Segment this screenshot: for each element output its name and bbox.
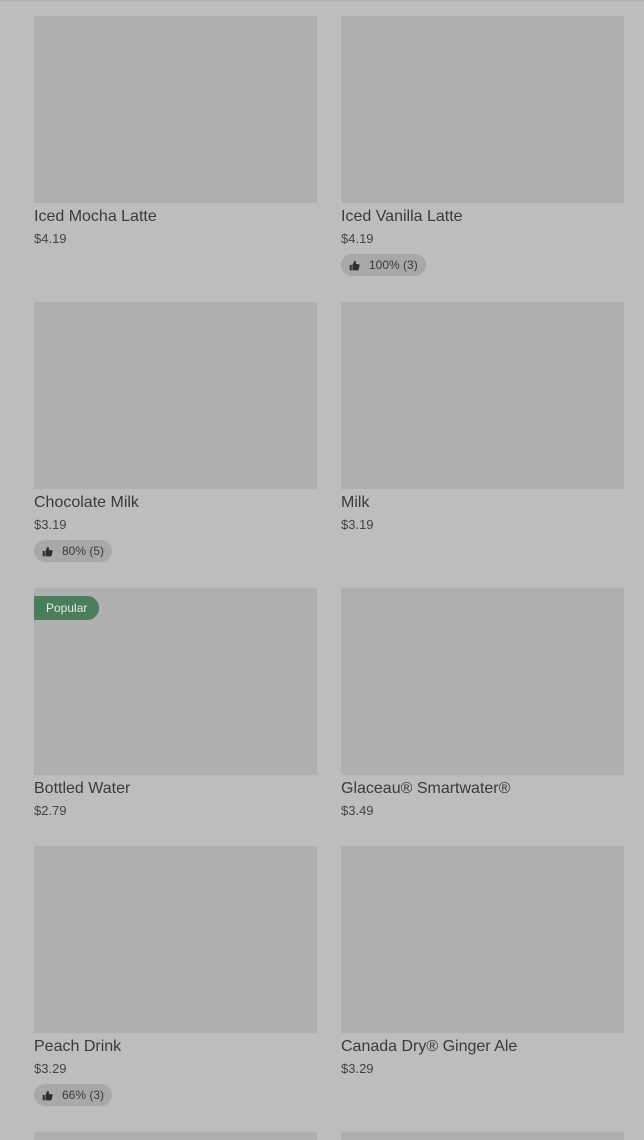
thumbs-up-icon: [349, 260, 360, 270]
item-name: Iced Mocha Latte: [34, 208, 157, 225]
rating-pill: 80% (5): [34, 540, 113, 562]
rating-pill: 100% (3): [341, 254, 426, 276]
item-image[interactable]: [34, 16, 317, 203]
item-image[interactable]: [34, 1132, 317, 1140]
item-name: Glaceau® Smartwater®: [341, 780, 511, 797]
item-image[interactable]: Popular: [34, 588, 317, 775]
item-name: Canada Dry® Ginger Ale: [341, 1038, 518, 1055]
menu-item-card[interactable]: Peach Drink $3.29 66% (3): [34, 846, 317, 1106]
item-price: $2.79: [34, 803, 67, 818]
item-image[interactable]: [34, 302, 317, 489]
item-price: $3.49: [341, 803, 374, 818]
item-price: $3.29: [341, 1061, 374, 1076]
item-price: $3.19: [341, 517, 374, 532]
popular-badge: Popular: [34, 596, 100, 620]
rating-text: 80% (5): [62, 544, 105, 558]
rating-text: 66% (3): [62, 1088, 105, 1102]
thumbs-up-icon: [42, 546, 53, 556]
menu-item-card[interactable]: [341, 1132, 624, 1140]
item-price: $4.19: [341, 231, 374, 246]
menu-item-card[interactable]: [34, 1132, 317, 1140]
item-name: Bottled Water: [34, 780, 131, 797]
item-image[interactable]: [34, 846, 317, 1033]
menu-item-card[interactable]: Milk $3.19: [341, 302, 624, 531]
item-price: $3.29: [34, 1061, 67, 1076]
menu-item-card[interactable]: Glaceau® Smartwater® $3.49: [341, 588, 624, 817]
menu-item-card[interactable]: Iced Vanilla Latte $4.19 100% (3): [341, 16, 624, 276]
menu-item-card[interactable]: Canada Dry® Ginger Ale $3.29: [341, 846, 624, 1075]
menu-item-card[interactable]: Iced Mocha Latte $4.19: [34, 16, 317, 245]
item-name: Milk: [341, 494, 370, 511]
menu-item-card[interactable]: Chocolate Milk $3.19 80% (5): [34, 302, 317, 562]
rating-pill: 66% (3): [34, 1084, 113, 1106]
item-name: Peach Drink: [34, 1038, 122, 1055]
item-price: $4.19: [34, 231, 67, 246]
item-image[interactable]: [341, 1132, 624, 1140]
item-image[interactable]: [341, 302, 624, 489]
rating-text: 100% (3): [369, 258, 418, 272]
item-image[interactable]: [341, 588, 624, 775]
top-edge: [0, 0, 644, 2]
item-name: Chocolate Milk: [34, 494, 139, 511]
menu-item-card[interactable]: Popular Bottled Water $2.79: [34, 588, 317, 817]
menu-grid: Iced Mocha Latte $4.19 Iced Vanilla Latt…: [0, 0, 644, 1140]
item-image[interactable]: [341, 16, 624, 203]
item-name: Iced Vanilla Latte: [341, 208, 463, 225]
item-price: $3.19: [34, 517, 67, 532]
item-image[interactable]: [341, 846, 624, 1033]
thumbs-up-icon: [42, 1090, 53, 1100]
